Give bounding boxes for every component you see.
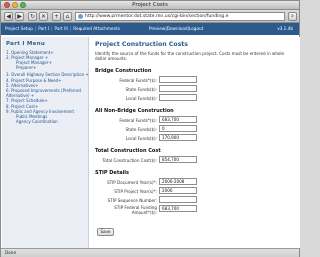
site-icon bbox=[78, 14, 83, 19]
nav-link-part-1[interactable]: Part I bbox=[38, 26, 49, 31]
stip-project-year-input[interactable] bbox=[159, 187, 197, 195]
sidebar-item-highway-section[interactable]: 3. Overall Highway Section Description + bbox=[6, 72, 89, 77]
status-bar: Done bbox=[1, 248, 299, 257]
sidebar-subitem-agency-coordination[interactable]: Agency Coordination bbox=[6, 119, 88, 124]
stip-sequence-input[interactable] bbox=[159, 196, 197, 204]
page-content: Part I Menu 1. Opening Statement+ 2. Pro… bbox=[2, 37, 300, 248]
bridge-federal-input[interactable] bbox=[159, 76, 197, 84]
nonbridge-local-input[interactable] bbox=[159, 134, 197, 142]
page-intro: Identify the source of the funds for the… bbox=[95, 51, 285, 62]
main-panel: Project Construction Costs Identify the … bbox=[95, 37, 298, 248]
stip-doc-year-label: STIP Document Year(s)*: bbox=[106, 180, 157, 186]
nav-separator: | bbox=[51, 26, 53, 31]
logout-link[interactable]: Logout bbox=[189, 26, 203, 31]
nonbridge-state-label: State Funds($): bbox=[125, 127, 157, 133]
bridge-state-label: State Funds($): bbox=[125, 87, 157, 93]
stip-sequence-label: STIP Sequence Number: bbox=[107, 198, 157, 204]
home-button[interactable]: ⌂ bbox=[63, 12, 72, 21]
window-title: Project Costs bbox=[132, 2, 168, 8]
download-link[interactable]: Download bbox=[167, 26, 188, 31]
stop-button[interactable]: ✕ bbox=[39, 12, 48, 21]
address-url: http://www.prmentor.dot.state.mn.us/cgi-… bbox=[85, 14, 229, 19]
nonbridge-federal-input[interactable] bbox=[159, 116, 197, 124]
sidebar-title: Part I Menu bbox=[6, 41, 46, 47]
nonbridge-local-label: Local Funds($): bbox=[125, 136, 157, 142]
header-actions: Preview|Download|Logout bbox=[149, 26, 203, 31]
nonbridge-section-title: All Non-Bridge Construction bbox=[95, 108, 174, 115]
nonbridge-state-input[interactable] bbox=[159, 125, 197, 133]
nav-link-required-attachments[interactable]: Required Attachments bbox=[73, 26, 120, 31]
total-cost-input[interactable] bbox=[159, 156, 197, 164]
stip-doc-year-input[interactable] bbox=[159, 178, 197, 186]
bridge-state-input[interactable] bbox=[159, 85, 197, 93]
stip-section-title: STIP Details bbox=[95, 170, 129, 177]
stip-federal-amount-label: STIP Federal Funding Amount*($): bbox=[95, 205, 157, 215]
bridge-federal-label: Federal Funds*($): bbox=[119, 78, 157, 84]
title-bar: Project Costs bbox=[1, 1, 299, 10]
stip-federal-amount-input[interactable] bbox=[159, 205, 197, 213]
bridge-local-label: Local Funds($): bbox=[125, 96, 157, 102]
browser-toolbar: ◀ ▶ ↻ ✕ + ⌂ http://www.prmentor.dot.stat… bbox=[1, 10, 299, 23]
nav-separator: | bbox=[34, 26, 37, 31]
address-bar[interactable]: http://www.prmentor.dot.state.mn.us/cgi-… bbox=[75, 12, 285, 21]
sidebar: Part I Menu 1. Opening Statement+ 2. Pro… bbox=[2, 37, 89, 248]
reload-button[interactable]: ↻ bbox=[28, 12, 37, 21]
nav-link-part-3[interactable]: Part III bbox=[55, 26, 68, 31]
header-nav: Project Setup | Part I | Part III | Required A… bbox=[5, 26, 120, 31]
app-header: Project Setup | Part I | Part III | Required A… bbox=[1, 23, 299, 35]
nav-link-project-setup[interactable]: Project Setup bbox=[5, 26, 33, 31]
nonbridge-federal-label: Federal Funds*($): bbox=[119, 118, 157, 124]
add-bookmark-button[interactable]: + bbox=[52, 12, 61, 21]
sidebar-subitem-preparer[interactable]: Preparer+ bbox=[6, 65, 88, 70]
forward-button[interactable]: ▶ bbox=[15, 12, 24, 21]
bridge-local-input[interactable] bbox=[159, 94, 197, 102]
search-icon[interactable]: ⌕ bbox=[288, 12, 297, 21]
preview-link[interactable]: Preview bbox=[149, 26, 165, 31]
page-title: Project Construction Costs bbox=[95, 41, 188, 48]
sidebar-item-proposed-improvements[interactable]: 6. Proposed Improvements (Preferred Alte… bbox=[6, 88, 86, 98]
bridge-section-title: Bridge Construction bbox=[95, 68, 152, 75]
total-section-title: Total Construction Cost bbox=[95, 148, 161, 155]
back-button[interactable]: ◀ bbox=[4, 12, 13, 21]
save-button[interactable]: Save bbox=[97, 228, 114, 237]
browser-window: Project Costs ◀ ▶ ↻ ✕ + ⌂ http://www.prm… bbox=[0, 0, 300, 257]
stip-federal-amount-label-line2: Amount*($): bbox=[131, 210, 157, 216]
version-label: v3.1.4b bbox=[277, 26, 293, 31]
nav-separator: | bbox=[69, 26, 72, 31]
stip-project-year-label: STIP Project Year(s)*: bbox=[114, 189, 157, 195]
total-cost-label: Total Construction Cost($): bbox=[102, 158, 157, 164]
